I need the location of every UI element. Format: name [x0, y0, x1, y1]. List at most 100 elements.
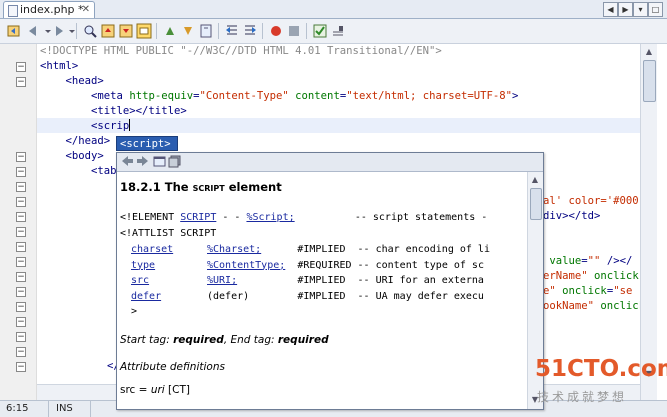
doc-scroll-up-icon[interactable]: ▲	[529, 174, 541, 186]
fold-collapse-icon[interactable]: −	[16, 347, 26, 357]
doc-link[interactable]: %Script;	[246, 212, 294, 223]
code-token: onclick	[594, 270, 639, 282]
documentation-popup: 18.2.1 The script element <!ELEMENT SCRI…	[116, 152, 544, 410]
doc-attr-rest: #IMPLIED -- UA may defer execu	[249, 290, 484, 302]
dropdown-arrow-icon[interactable]	[64, 23, 80, 39]
doc-attr-rest: #IMPLIED -- char encoding of li	[261, 244, 490, 255]
fold-collapse-icon[interactable]: −	[16, 77, 26, 87]
code-line-fragment: erName" onclick	[543, 269, 639, 284]
toggle-bookmark-icon[interactable]	[198, 23, 214, 39]
next-bookmark-icon[interactable]	[180, 23, 196, 39]
fold-collapse-icon[interactable]: −	[16, 167, 26, 177]
php-file-icon	[8, 5, 18, 17]
fold-collapse-icon[interactable]: −	[16, 242, 26, 252]
doc-title-prefix: 18.2.1 The	[120, 180, 193, 194]
doc-attr-name-link[interactable]: charset	[131, 242, 207, 257]
scroll-tabs-left-icon[interactable]: ◀	[603, 2, 618, 17]
comment-icon[interactable]	[330, 23, 346, 39]
fold-collapse-icon[interactable]: −	[16, 197, 26, 207]
code-token: <meta	[91, 90, 130, 102]
code-line-fragment: div></td>	[543, 209, 600, 224]
code-token: "se	[613, 285, 633, 297]
doc-forward-icon[interactable]	[136, 155, 149, 168]
scroll-up-icon[interactable]: ▲	[643, 46, 655, 58]
open-in-browser-icon[interactable]	[153, 155, 166, 168]
doc-attr-name-link[interactable]: defer	[131, 289, 207, 304]
doc-attribute-definitions: Attribute definitions	[120, 361, 225, 373]
doc-link[interactable]: SCRIPT	[180, 212, 216, 223]
scroll-tabs-right-icon[interactable]: ▶	[618, 2, 633, 17]
code-token: onclick	[600, 300, 640, 312]
code-token: <body>	[65, 150, 104, 162]
start-macro-icon[interactable]	[268, 23, 284, 39]
doc-attr-name-link[interactable]: type	[131, 258, 207, 273]
fold-collapse-icon[interactable]: −	[16, 227, 26, 237]
fold-collapse-icon[interactable]: −	[16, 62, 26, 72]
fold-collapse-icon[interactable]: −	[16, 332, 26, 342]
fold-collapse-icon[interactable]: −	[16, 302, 26, 312]
completion-item-script[interactable]: <script>	[116, 136, 178, 151]
fold-collapse-icon[interactable]: −	[16, 212, 26, 222]
doc-attr-name-link[interactable]: src	[131, 273, 207, 288]
find-next-icon[interactable]	[118, 23, 134, 39]
fold-collapse-icon[interactable]: −	[16, 152, 26, 162]
maximize-window-icon[interactable]: □	[648, 2, 663, 17]
shift-right-icon[interactable]	[242, 23, 258, 39]
doc-attribute-row: type %ContentType; #REQUIRED -- content t…	[131, 258, 484, 273]
previous-bookmark-icon[interactable]	[162, 23, 178, 39]
code-line-fragment: e" onclick="se	[543, 284, 632, 299]
text-caret	[129, 119, 131, 131]
shift-left-icon[interactable]	[224, 23, 240, 39]
find-icon[interactable]	[82, 23, 98, 39]
documentation-toolbar	[117, 153, 543, 172]
doc-text: - -	[216, 212, 247, 223]
code-token: ""	[587, 255, 601, 267]
doc-start-end-tag: Start tag: required, End tag: required	[120, 334, 329, 346]
fold-collapse-icon[interactable]: −	[16, 272, 26, 282]
code-line-fragment: ookName" onclick	[543, 299, 640, 314]
doc-scrollbar-thumb[interactable]	[530, 188, 542, 220]
doc-attr-type[interactable]: %URI;	[207, 275, 237, 286]
tab-index-php[interactable]: index.php * ✕	[3, 1, 95, 18]
scrollbar-thumb[interactable]	[643, 60, 656, 102]
fold-collapse-icon[interactable]: −	[16, 182, 26, 192]
code-token: <!DOCTYPE HTML PUBLIC "-//W3C//DTD HTML …	[40, 45, 442, 57]
fold-collapse-icon[interactable]: −	[16, 257, 26, 267]
fold-collapse-icon[interactable]: −	[16, 362, 26, 372]
show-opened-documents-icon[interactable]: ▾	[633, 2, 648, 17]
close-tab-icon[interactable]: ✕	[82, 2, 90, 18]
code-token: div></td>	[543, 210, 601, 222]
doc-attr-rest: #IMPLIED -- URI for an externa	[237, 275, 484, 286]
goto-source-icon[interactable]	[168, 155, 181, 168]
editor-tab-bar: index.php * ✕ ◀ ▶ ▾ □	[0, 0, 667, 19]
attr-defs-heading: Attribute definitions	[120, 361, 225, 373]
check-icon[interactable]	[312, 23, 328, 39]
tab-label: index.php *	[20, 3, 84, 16]
code-line: </head>	[40, 134, 111, 149]
code-token: content	[295, 90, 340, 102]
doc-attr-type[interactable]: %Charset;	[207, 244, 261, 255]
fold-collapse-icon[interactable]: −	[16, 287, 26, 297]
doc-attr-rest: #REQUIRED -- content type of sc	[285, 259, 484, 271]
back-icon[interactable]	[6, 23, 22, 39]
doc-attr-type[interactable]: %ContentType;	[207, 260, 285, 271]
toggle-highlight-icon[interactable]	[136, 23, 152, 39]
find-previous-icon[interactable]	[100, 23, 116, 39]
code-token: erName"	[543, 270, 588, 282]
fold-collapse-icon[interactable]: −	[16, 317, 26, 327]
code-token: <title></title>	[91, 105, 187, 117]
doc-element-declaration: <!ELEMENT SCRIPT - - %Script; -- script …	[120, 210, 487, 225]
stop-macro-icon[interactable]	[286, 23, 302, 39]
line-gutter: − − − − − − − − − − − − − − − − −	[0, 44, 37, 400]
doc-title-element: script	[192, 180, 225, 194]
watermark-logo: 51CTO.com	[535, 356, 667, 382]
doc-attribute-row: defer (defer) #IMPLIED -- UA may defer ex…	[131, 289, 484, 304]
doc-back-icon[interactable]	[121, 155, 134, 168]
code-token: e"	[543, 285, 556, 297]
editor-vertical-scrollbar[interactable]: ▲ ▼	[640, 44, 657, 400]
code-token: <tab	[91, 165, 117, 177]
